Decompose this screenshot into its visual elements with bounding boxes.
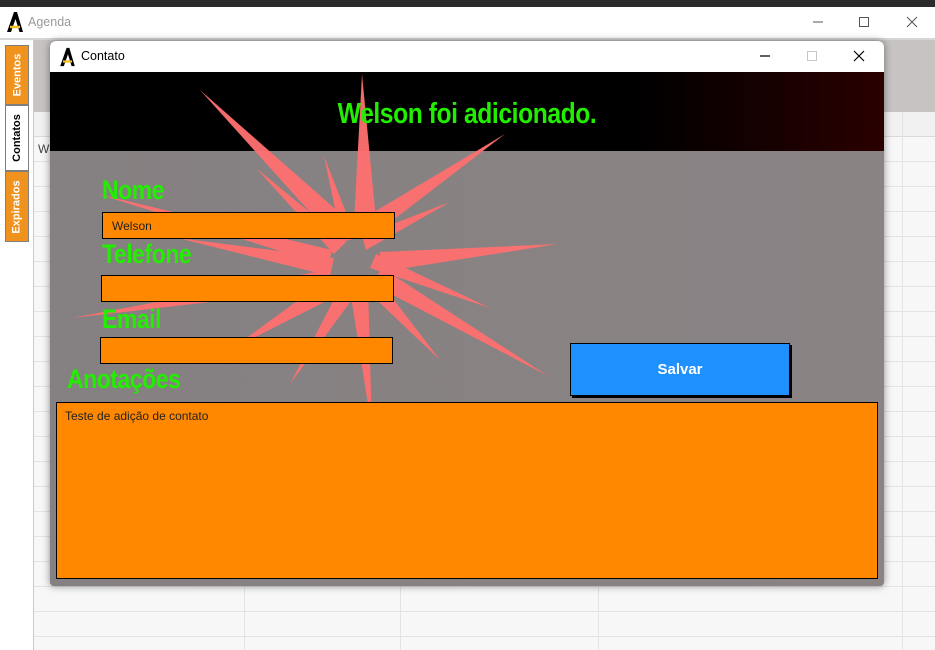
dialog-minimize-button[interactable] [745, 44, 785, 68]
contact-dialog: Contato Welson foi adicionado. Nome Wels… [50, 41, 884, 586]
tab-expirados[interactable]: Expirados [5, 171, 29, 242]
telefone-input[interactable] [101, 275, 394, 302]
dialog-title: Contato [81, 49, 125, 63]
save-button[interactable]: Salvar [570, 343, 790, 396]
main-title-bar [0, 7, 935, 38]
anotacoes-label: Anotações [67, 364, 181, 394]
grid-row-line [34, 636, 935, 637]
top-strip [0, 0, 935, 7]
main-minimize-button[interactable] [798, 10, 838, 34]
email-input[interactable] [100, 337, 393, 364]
maximize-icon [859, 17, 869, 27]
nome-label: Nome [102, 175, 165, 205]
tab-eventos[interactable]: Eventos [5, 45, 29, 105]
dialog-close-button[interactable] [839, 44, 879, 68]
main-close-button[interactable] [892, 10, 932, 34]
app-logo-icon [60, 47, 75, 67]
grid-row-line [34, 586, 935, 587]
grid-col-line [902, 112, 903, 650]
tab-eventos-label: Eventos [11, 53, 24, 97]
main-maximize-button[interactable] [844, 10, 884, 34]
grid-cell[interactable]: W [38, 142, 49, 156]
tab-expirados-label: Expirados [11, 179, 23, 234]
telefone-label: Telefone [102, 239, 192, 269]
email-label: Email [102, 304, 162, 334]
main-window-title: Agenda [28, 15, 72, 29]
maximize-icon [807, 51, 817, 61]
nome-input[interactable] [102, 212, 395, 239]
banner-message: Welson foi adicionado. [337, 98, 597, 130]
minimize-icon [813, 21, 823, 23]
sidebar-tabs: Eventos Contatos Expirados [0, 40, 34, 650]
tab-contatos[interactable]: Contatos [5, 105, 29, 171]
close-icon [906, 16, 918, 28]
tab-contatos-label: Contatos [11, 114, 24, 162]
app-logo-icon [7, 12, 23, 32]
minimize-icon [760, 55, 770, 57]
close-icon [853, 50, 865, 62]
grid-row-line [34, 611, 935, 612]
dialog-maximize-button [792, 44, 832, 68]
anotacoes-textarea[interactable]: Teste de adição de contato [56, 402, 878, 579]
dialog-title-bar: Contato [50, 41, 884, 72]
